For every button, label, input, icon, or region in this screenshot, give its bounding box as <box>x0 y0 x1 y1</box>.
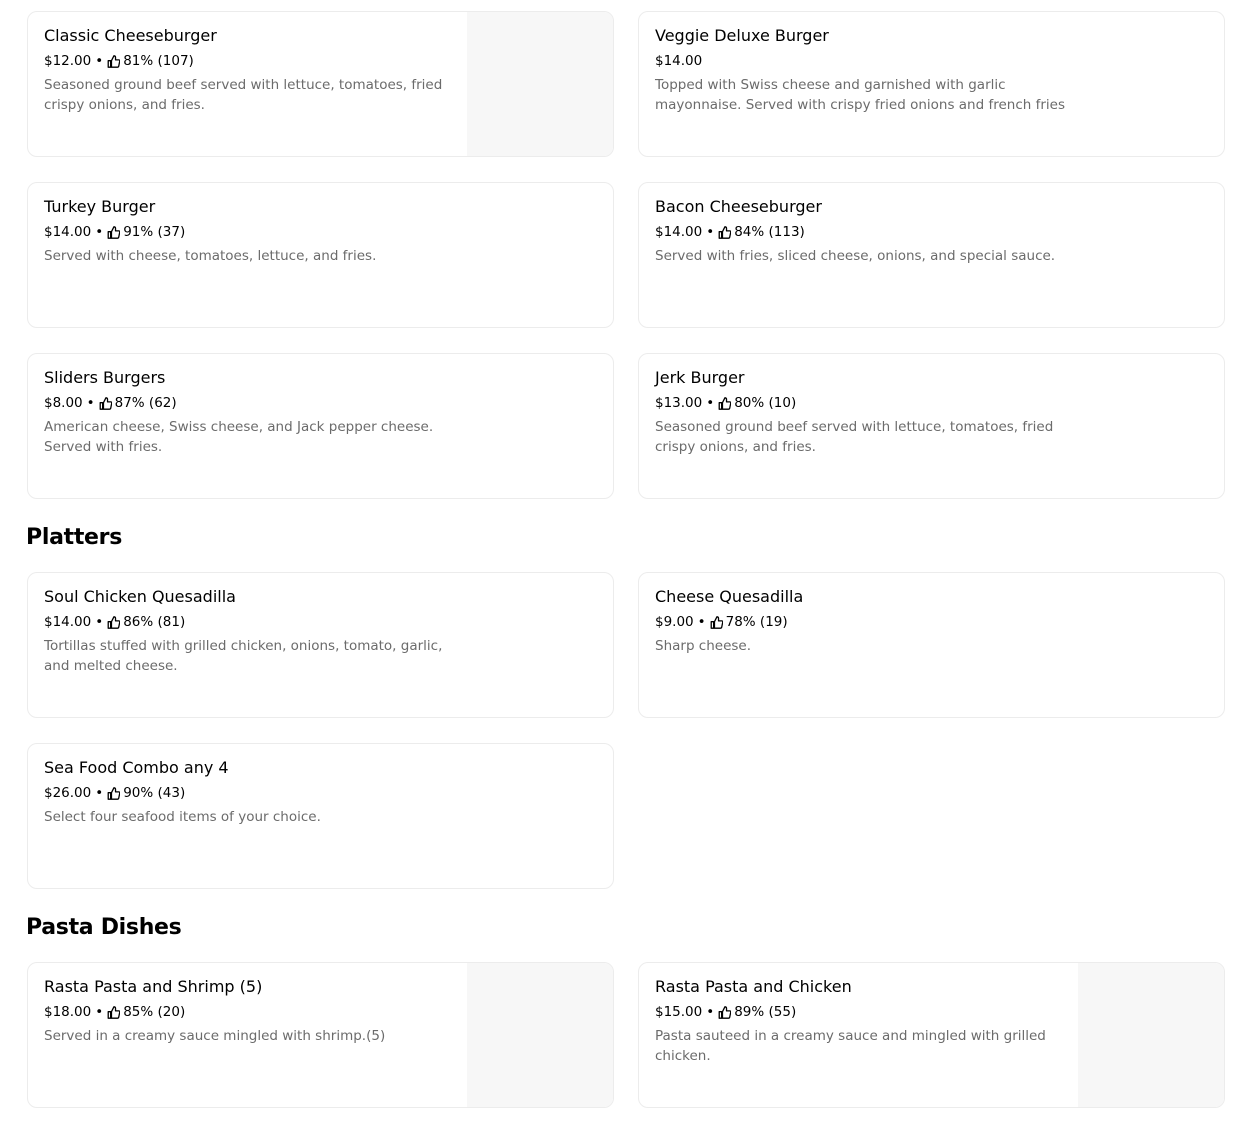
thumbs-up-icon <box>99 396 112 410</box>
menu-item-card[interactable]: Cheese Quesadilla $9.00 • 78% (19) Sharp… <box>638 572 1225 718</box>
item-description: Served with fries, sliced cheese, onions… <box>655 248 1056 264</box>
section-title-pasta-dishes: Pasta Dishes <box>26 915 182 940</box>
item-name: Rasta Pasta and Chicken <box>655 977 852 996</box>
item-description: Pasta sauteed in a creamy sauce and ming… <box>655 1028 1046 1064</box>
item-name: Jerk Burger <box>655 368 745 387</box>
menu-item-card[interactable]: Sliders Burgers $8.00 • 87% (62) America… <box>27 353 614 499</box>
item-name: Soul Chicken Quesadilla <box>44 587 236 606</box>
item-name: Bacon Cheeseburger <box>655 197 822 216</box>
menu-item-card[interactable]: Classic Cheeseburger $12.00 • 81% (107) … <box>27 11 614 157</box>
menu-item-card[interactable]: Rasta Pasta and Shrimp (5) $18.00 • 85% … <box>27 962 614 1108</box>
separator-dot: • <box>95 614 104 630</box>
item-rating: 87% (62) <box>114 395 177 411</box>
item-description: Served with cheese, tomatoes, lettuce, a… <box>44 248 377 264</box>
separator-dot: • <box>86 395 95 411</box>
item-description: Topped with Swiss cheese and garnished w… <box>655 77 1065 113</box>
separator-dot: • <box>95 1004 104 1020</box>
item-description: Served in a creamy sauce mingled with sh… <box>44 1028 386 1044</box>
item-price: $15.00 <box>655 1004 703 1020</box>
item-description: Sharp cheese. <box>655 638 752 654</box>
item-description: Select four seafood items of your choice… <box>44 809 321 825</box>
item-price: $14.00 <box>44 224 92 240</box>
menu-item-card[interactable]: Veggie Deluxe Burger $14.00 Topped with … <box>638 11 1225 157</box>
item-meta: $14.00 <box>655 52 1075 70</box>
item-name: Cheese Quesadilla <box>655 587 804 606</box>
item-meta: $18.00 • 85% (20) <box>44 1003 464 1021</box>
thumbs-up-icon <box>107 786 121 800</box>
separator-dot: • <box>95 785 104 801</box>
item-name: Sea Food Combo any 4 <box>44 758 229 777</box>
item-name: Classic Cheeseburger <box>44 26 217 45</box>
item-price: $9.00 <box>655 614 694 630</box>
item-name: Turkey Burger <box>44 197 156 216</box>
item-rating: 91% (37) <box>123 224 186 240</box>
menu-item-card[interactable]: Rasta Pasta and Chicken $15.00 • 89% (55… <box>638 962 1225 1108</box>
menu-item-card[interactable]: Turkey Burger $14.00 • 91% (37) Served w… <box>27 182 614 328</box>
item-meta: $14.00 • 91% (37) <box>44 223 464 241</box>
item-rating: 84% (113) <box>734 224 805 240</box>
item-price: $14.00 <box>655 53 703 69</box>
thumbs-up-icon <box>107 225 121 239</box>
item-rating: 81% (107) <box>123 53 194 69</box>
section-title-platters: Platters <box>26 525 123 550</box>
item-image <box>467 12 613 156</box>
item-description: Seasoned ground beef served with lettuce… <box>44 77 443 113</box>
item-rating: 86% (81) <box>123 614 186 630</box>
item-meta: $15.00 • 89% (55) <box>655 1003 1075 1021</box>
item-image <box>1078 963 1224 1107</box>
item-meta: $14.00 • 84% (113) <box>655 223 1075 241</box>
item-meta: $8.00 • 87% (62) <box>44 394 464 412</box>
item-price: $13.00 <box>655 395 703 411</box>
item-price: $12.00 <box>44 53 92 69</box>
menu-item-card[interactable]: Sea Food Combo any 4 $26.00 • 90% (43) S… <box>27 743 614 889</box>
separator-dot: • <box>95 53 104 69</box>
item-name: Veggie Deluxe Burger <box>655 26 829 45</box>
item-price: $14.00 <box>44 614 92 630</box>
item-description: American cheese, Swiss cheese, and Jack … <box>44 419 434 455</box>
separator-dot: • <box>95 224 104 240</box>
menu-item-card[interactable]: Jerk Burger $13.00 • 80% (10) Seasoned g… <box>638 353 1225 499</box>
menu-item-card[interactable]: Soul Chicken Quesadilla $14.00 • 86% (81… <box>27 572 614 718</box>
item-image <box>467 963 613 1107</box>
item-meta: $9.00 • 78% (19) <box>655 613 1075 631</box>
thumbs-up-icon <box>718 396 732 410</box>
thumbs-up-icon <box>107 1005 121 1019</box>
item-meta: $14.00 • 86% (81) <box>44 613 464 631</box>
item-price: $18.00 <box>44 1004 92 1020</box>
menu-item-card[interactable]: Bacon Cheeseburger $14.00 • 84% (113) Se… <box>638 182 1225 328</box>
thumbs-up-icon <box>710 615 723 629</box>
separator-dot: • <box>706 395 715 411</box>
thumbs-up-icon <box>718 1005 732 1019</box>
item-rating: 90% (43) <box>123 785 186 801</box>
item-description: Seasoned ground beef served with lettuce… <box>655 419 1054 455</box>
thumbs-up-icon <box>718 225 732 239</box>
separator-dot: • <box>706 224 715 240</box>
separator-dot: • <box>706 1004 715 1020</box>
thumbs-up-icon <box>107 54 121 68</box>
separator-dot: • <box>697 614 706 630</box>
item-rating: 89% (55) <box>734 1004 797 1020</box>
item-price: $14.00 <box>655 224 703 240</box>
item-description: Tortillas stuffed with grilled chicken, … <box>44 638 443 674</box>
item-price: $8.00 <box>44 395 83 411</box>
item-meta: $26.00 • 90% (43) <box>44 784 464 802</box>
item-price: $26.00 <box>44 785 92 801</box>
item-rating: 85% (20) <box>123 1004 186 1020</box>
item-name: Rasta Pasta and Shrimp (5) <box>44 977 263 996</box>
item-meta: $13.00 • 80% (10) <box>655 394 1075 412</box>
thumbs-up-icon <box>107 615 121 629</box>
item-rating: 78% (19) <box>725 614 788 630</box>
item-name: Sliders Burgers <box>44 368 166 387</box>
item-rating: 80% (10) <box>734 395 797 411</box>
item-meta: $12.00 • 81% (107) <box>44 52 464 70</box>
